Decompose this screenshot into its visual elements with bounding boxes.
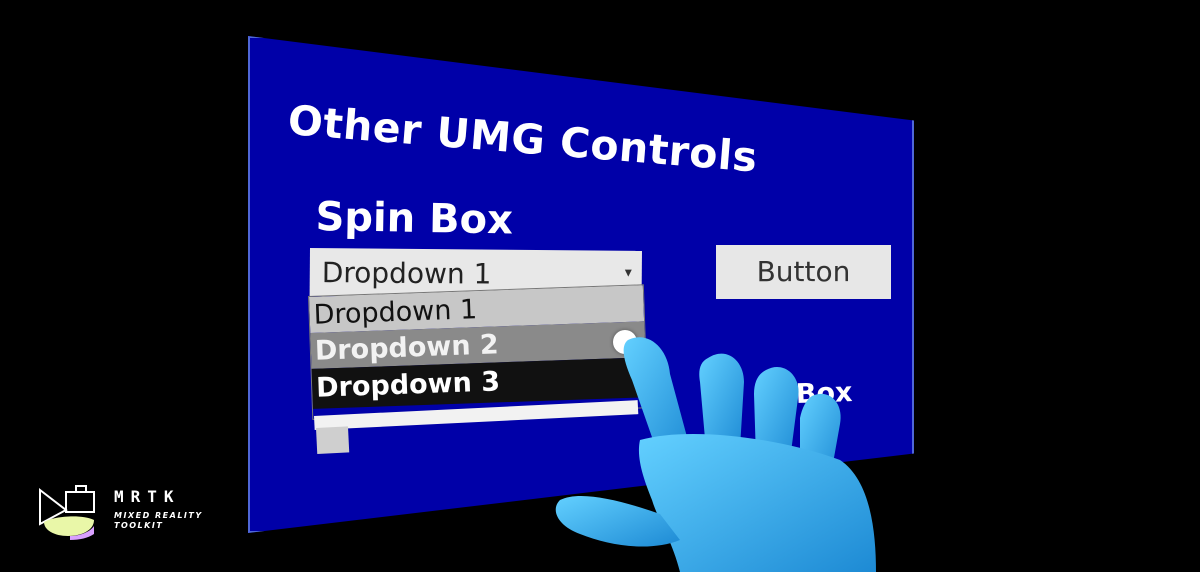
button[interactable]: Button [716,245,891,299]
chevron-down-icon: ▾ [624,264,632,281]
panel-title: Other UMG Controls [286,96,760,182]
slider-thumb[interactable] [316,426,350,454]
dropdown-selected-value: Dropdown 1 [321,256,492,291]
logo-subtitle-line1: MIXED REALITY [114,511,203,520]
hand-icon [555,337,876,572]
logo-subtitle-line2: TOOLKIT [114,521,164,530]
logo-title: MRTK [114,487,181,506]
mrtk-logo-text: MRTK MIXED REALITY TOOLKIT [114,487,203,530]
spin-box-heading: Spin Box [315,194,514,244]
mixed-reality-scene: Other UMG Controls Spin Box Dropdown 1 ▾… [0,0,1200,572]
